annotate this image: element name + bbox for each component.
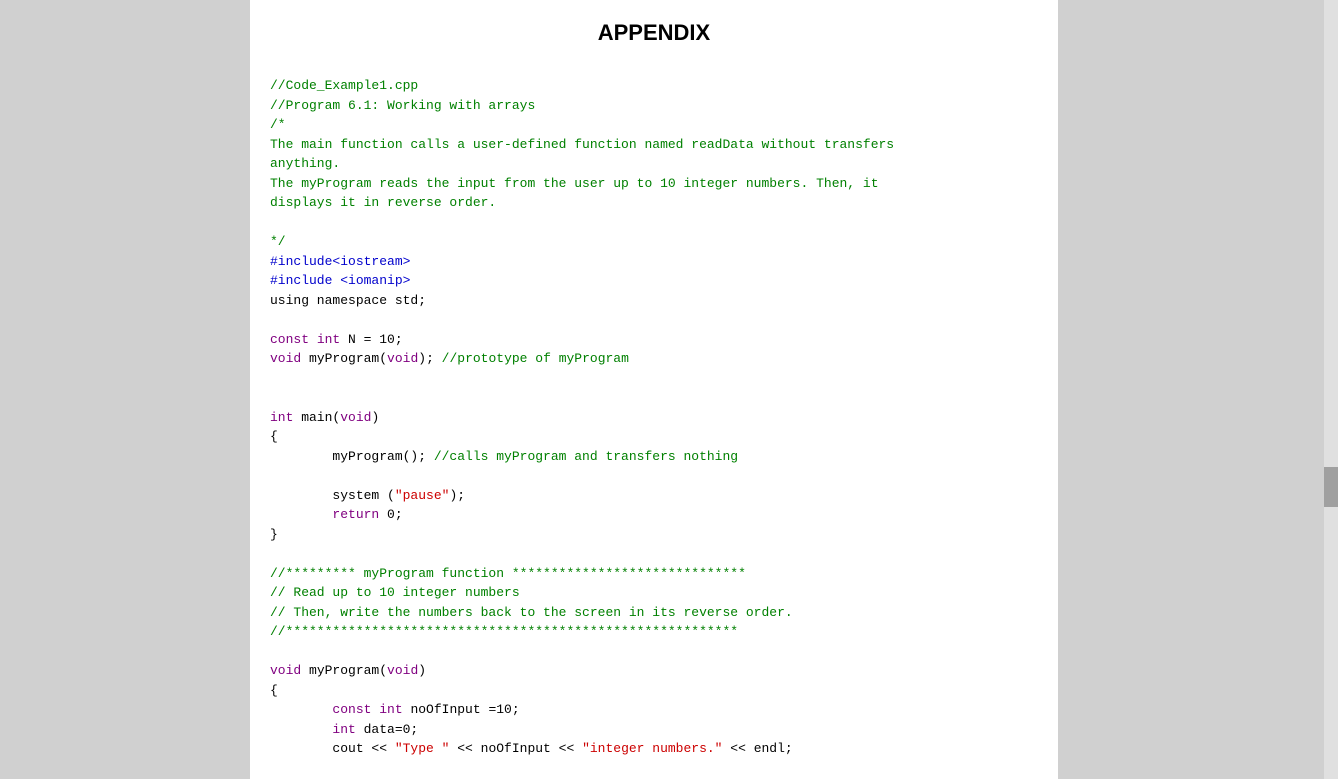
code-line-5: anything. — [270, 154, 1038, 174]
code-line-11: #include <iomanip> — [270, 271, 1038, 291]
code-line-18: int main(void) — [270, 408, 1038, 428]
right-margin — [1058, 0, 1338, 779]
code-line-27: // Read up to 10 integer numbers — [270, 583, 1038, 603]
empty-line-1 — [270, 213, 1038, 233]
code-line-29: //**************************************… — [270, 622, 1038, 642]
code-line-35: cout << "Type " << noOfInput << "integer… — [270, 739, 1038, 759]
empty-line-4 — [270, 388, 1038, 408]
code-line-20: myProgram(); //calls myProgram and trans… — [270, 447, 1038, 467]
code-line-32: { — [270, 681, 1038, 701]
code-line-28: // Then, write the numbers back to the s… — [270, 603, 1038, 623]
code-line-2: //Program 6.1: Working with arrays — [270, 96, 1038, 116]
page-title: APPENDIX — [270, 20, 1038, 46]
code-line-22: system ("pause"); — [270, 486, 1038, 506]
content-area: APPENDIX //Code_Example1.cpp //Program 6… — [250, 0, 1058, 779]
empty-line-5 — [270, 466, 1038, 486]
page-container: APPENDIX //Code_Example1.cpp //Program 6… — [0, 0, 1338, 779]
code-line-31: void myProgram(void) — [270, 661, 1038, 681]
left-margin — [0, 0, 250, 779]
empty-line-7 — [270, 642, 1038, 662]
code-line-15: void myProgram(void); //prototype of myP… — [270, 349, 1038, 369]
code-line-14: const int N = 10; — [270, 330, 1038, 350]
code-line-4: The main function calls a user-defined f… — [270, 135, 1038, 155]
scrollbar[interactable] — [1324, 0, 1338, 779]
code-line-19: { — [270, 427, 1038, 447]
code-line-7: displays it in reverse order. — [270, 193, 1038, 213]
code-line-26: //********* myProgram function *********… — [270, 564, 1038, 584]
scrollbar-thumb[interactable] — [1324, 467, 1338, 507]
empty-line-2 — [270, 310, 1038, 330]
code-line-10: #include<iostream> — [270, 252, 1038, 272]
code-line-6: The myProgram reads the input from the u… — [270, 174, 1038, 194]
empty-line-6 — [270, 544, 1038, 564]
code-line-9: */ — [270, 232, 1038, 252]
code-line-24: } — [270, 525, 1038, 545]
code-line-12: using namespace std; — [270, 291, 1038, 311]
code-line-33: const int noOfInput =10; — [270, 700, 1038, 720]
code-line-3: /* — [270, 115, 1038, 135]
empty-line-3 — [270, 369, 1038, 389]
code-block: //Code_Example1.cpp //Program 6.1: Worki… — [270, 76, 1038, 759]
code-line-1: //Code_Example1.cpp — [270, 76, 1038, 96]
code-line-23: return 0; — [270, 505, 1038, 525]
code-line-34: int data=0; — [270, 720, 1038, 740]
